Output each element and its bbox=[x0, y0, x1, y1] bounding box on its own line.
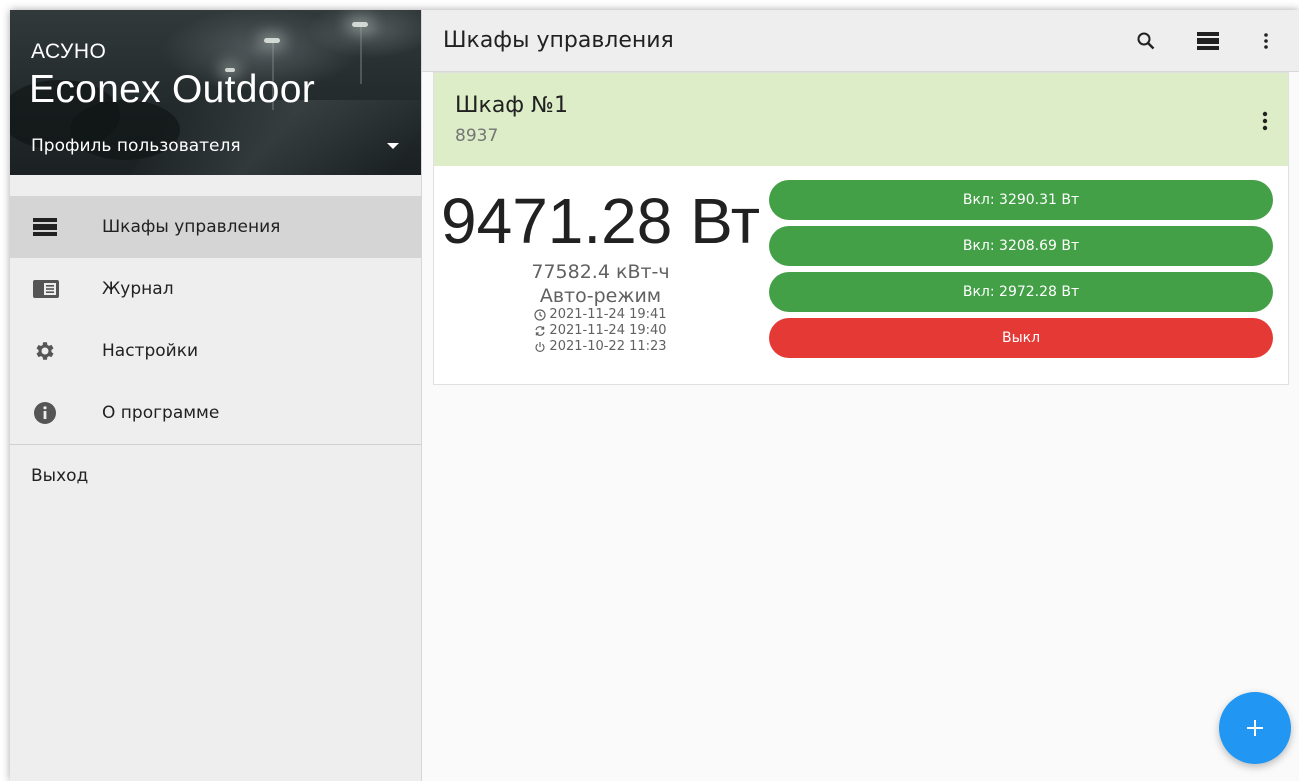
top-toolbar: Шкафы управления bbox=[422, 10, 1299, 72]
cabinet-id: 8937 bbox=[455, 126, 499, 146]
more-vert-icon bbox=[1264, 32, 1268, 49]
sidebar-item-label: Шкафы управления bbox=[102, 217, 281, 237]
header-background-pole bbox=[360, 24, 362, 84]
sidebar-item-label: Журнал bbox=[102, 279, 174, 299]
sidebar-item-settings[interactable]: Настройки bbox=[10, 320, 421, 382]
more-options-button[interactable] bbox=[1246, 21, 1286, 61]
plus-icon bbox=[1247, 720, 1263, 736]
app-subtitle: АСУНО bbox=[31, 40, 107, 63]
more-vert-icon bbox=[1262, 111, 1268, 131]
cabinet-list-icon bbox=[10, 217, 102, 237]
profile-label: Профиль пользователя bbox=[31, 136, 241, 156]
sidebar-item-cabinets[interactable]: Шкафы управления bbox=[10, 196, 421, 258]
power-icon bbox=[535, 342, 546, 352]
channel-1-button[interactable]: Вкл: 3290.31 Вт bbox=[769, 180, 1273, 220]
page-title: Шкафы управления bbox=[443, 28, 674, 53]
clock-icon bbox=[534, 309, 547, 321]
cabinet-card[interactable]: Шкаф №1 8937 9471.28 Вт 77582.4 кВт-ч Ав… bbox=[433, 72, 1289, 385]
channel-list: Вкл: 3290.31 Вт Вкл: 3208.69 Вт Вкл: 297… bbox=[769, 180, 1273, 364]
drawer-header: АСУНО Econex Outdoor Профиль пользовател… bbox=[10, 10, 421, 175]
total-power: 9471.28 Вт bbox=[441, 185, 760, 257]
cabinet-card-header: Шкаф №1 8937 bbox=[434, 73, 1288, 166]
sync-icon bbox=[535, 326, 546, 336]
time-value: 2021-10-22 11:23 bbox=[549, 339, 667, 354]
sidebar-item-label: О программе bbox=[102, 403, 220, 423]
navigation-drawer: АСУНО Econex Outdoor Профиль пользовател… bbox=[10, 10, 422, 781]
header-background-lamp bbox=[352, 22, 368, 27]
caret-down-icon bbox=[387, 143, 399, 149]
search-button[interactable] bbox=[1126, 21, 1166, 61]
add-cabinet-button[interactable] bbox=[1219, 692, 1291, 764]
time-value: 2021-11-24 19:41 bbox=[549, 307, 667, 322]
gear-icon bbox=[10, 339, 102, 363]
channel-3-button[interactable]: Вкл: 2972.28 Вт bbox=[769, 272, 1273, 312]
profile-dropdown[interactable]: Профиль пользователя bbox=[31, 134, 401, 158]
cabinet-stats: 9471.28 Вт 77582.4 кВт-ч Авто-режим 2021… bbox=[434, 173, 767, 355]
sidebar-item-journal[interactable]: Журнал bbox=[10, 258, 421, 320]
nav-menu: Шкафы управления Журнал Настройки О прог… bbox=[10, 196, 421, 507]
power-on-time: 2021-10-22 11:23 bbox=[434, 339, 767, 355]
main-content: Шкафы управления Шкаф №1 8937 9471.28 Вт bbox=[422, 10, 1299, 781]
cabinet-title: Шкаф №1 bbox=[455, 93, 568, 118]
app-title: Econex Outdoor bbox=[29, 68, 316, 111]
app-window: АСУНО Econex Outdoor Профиль пользовател… bbox=[10, 10, 1299, 781]
channel-2-button[interactable]: Вкл: 3208.69 Вт bbox=[769, 226, 1273, 266]
time-value: 2021-11-24 19:40 bbox=[549, 323, 667, 338]
last-sync-time: 2021-11-24 19:40 bbox=[434, 323, 767, 339]
info-icon bbox=[10, 401, 102, 425]
journal-icon bbox=[10, 279, 102, 299]
header-background-lamp bbox=[264, 38, 280, 43]
channel-4-button[interactable]: Выкл bbox=[769, 318, 1273, 358]
sidebar-item-about[interactable]: О программе bbox=[10, 382, 421, 444]
last-update-time: 2021-11-24 19:41 bbox=[434, 307, 767, 323]
view-toggle-button[interactable] bbox=[1188, 21, 1228, 61]
sidebar-item-label: Настройки bbox=[102, 341, 199, 361]
operating-mode: Авто-режим bbox=[539, 285, 662, 307]
logout-button[interactable]: Выход bbox=[10, 445, 421, 507]
search-icon bbox=[1137, 32, 1155, 49]
cabinet-menu-button[interactable] bbox=[1250, 101, 1280, 141]
view-list-icon bbox=[1197, 31, 1219, 50]
total-energy: 77582.4 кВт-ч bbox=[531, 261, 670, 283]
